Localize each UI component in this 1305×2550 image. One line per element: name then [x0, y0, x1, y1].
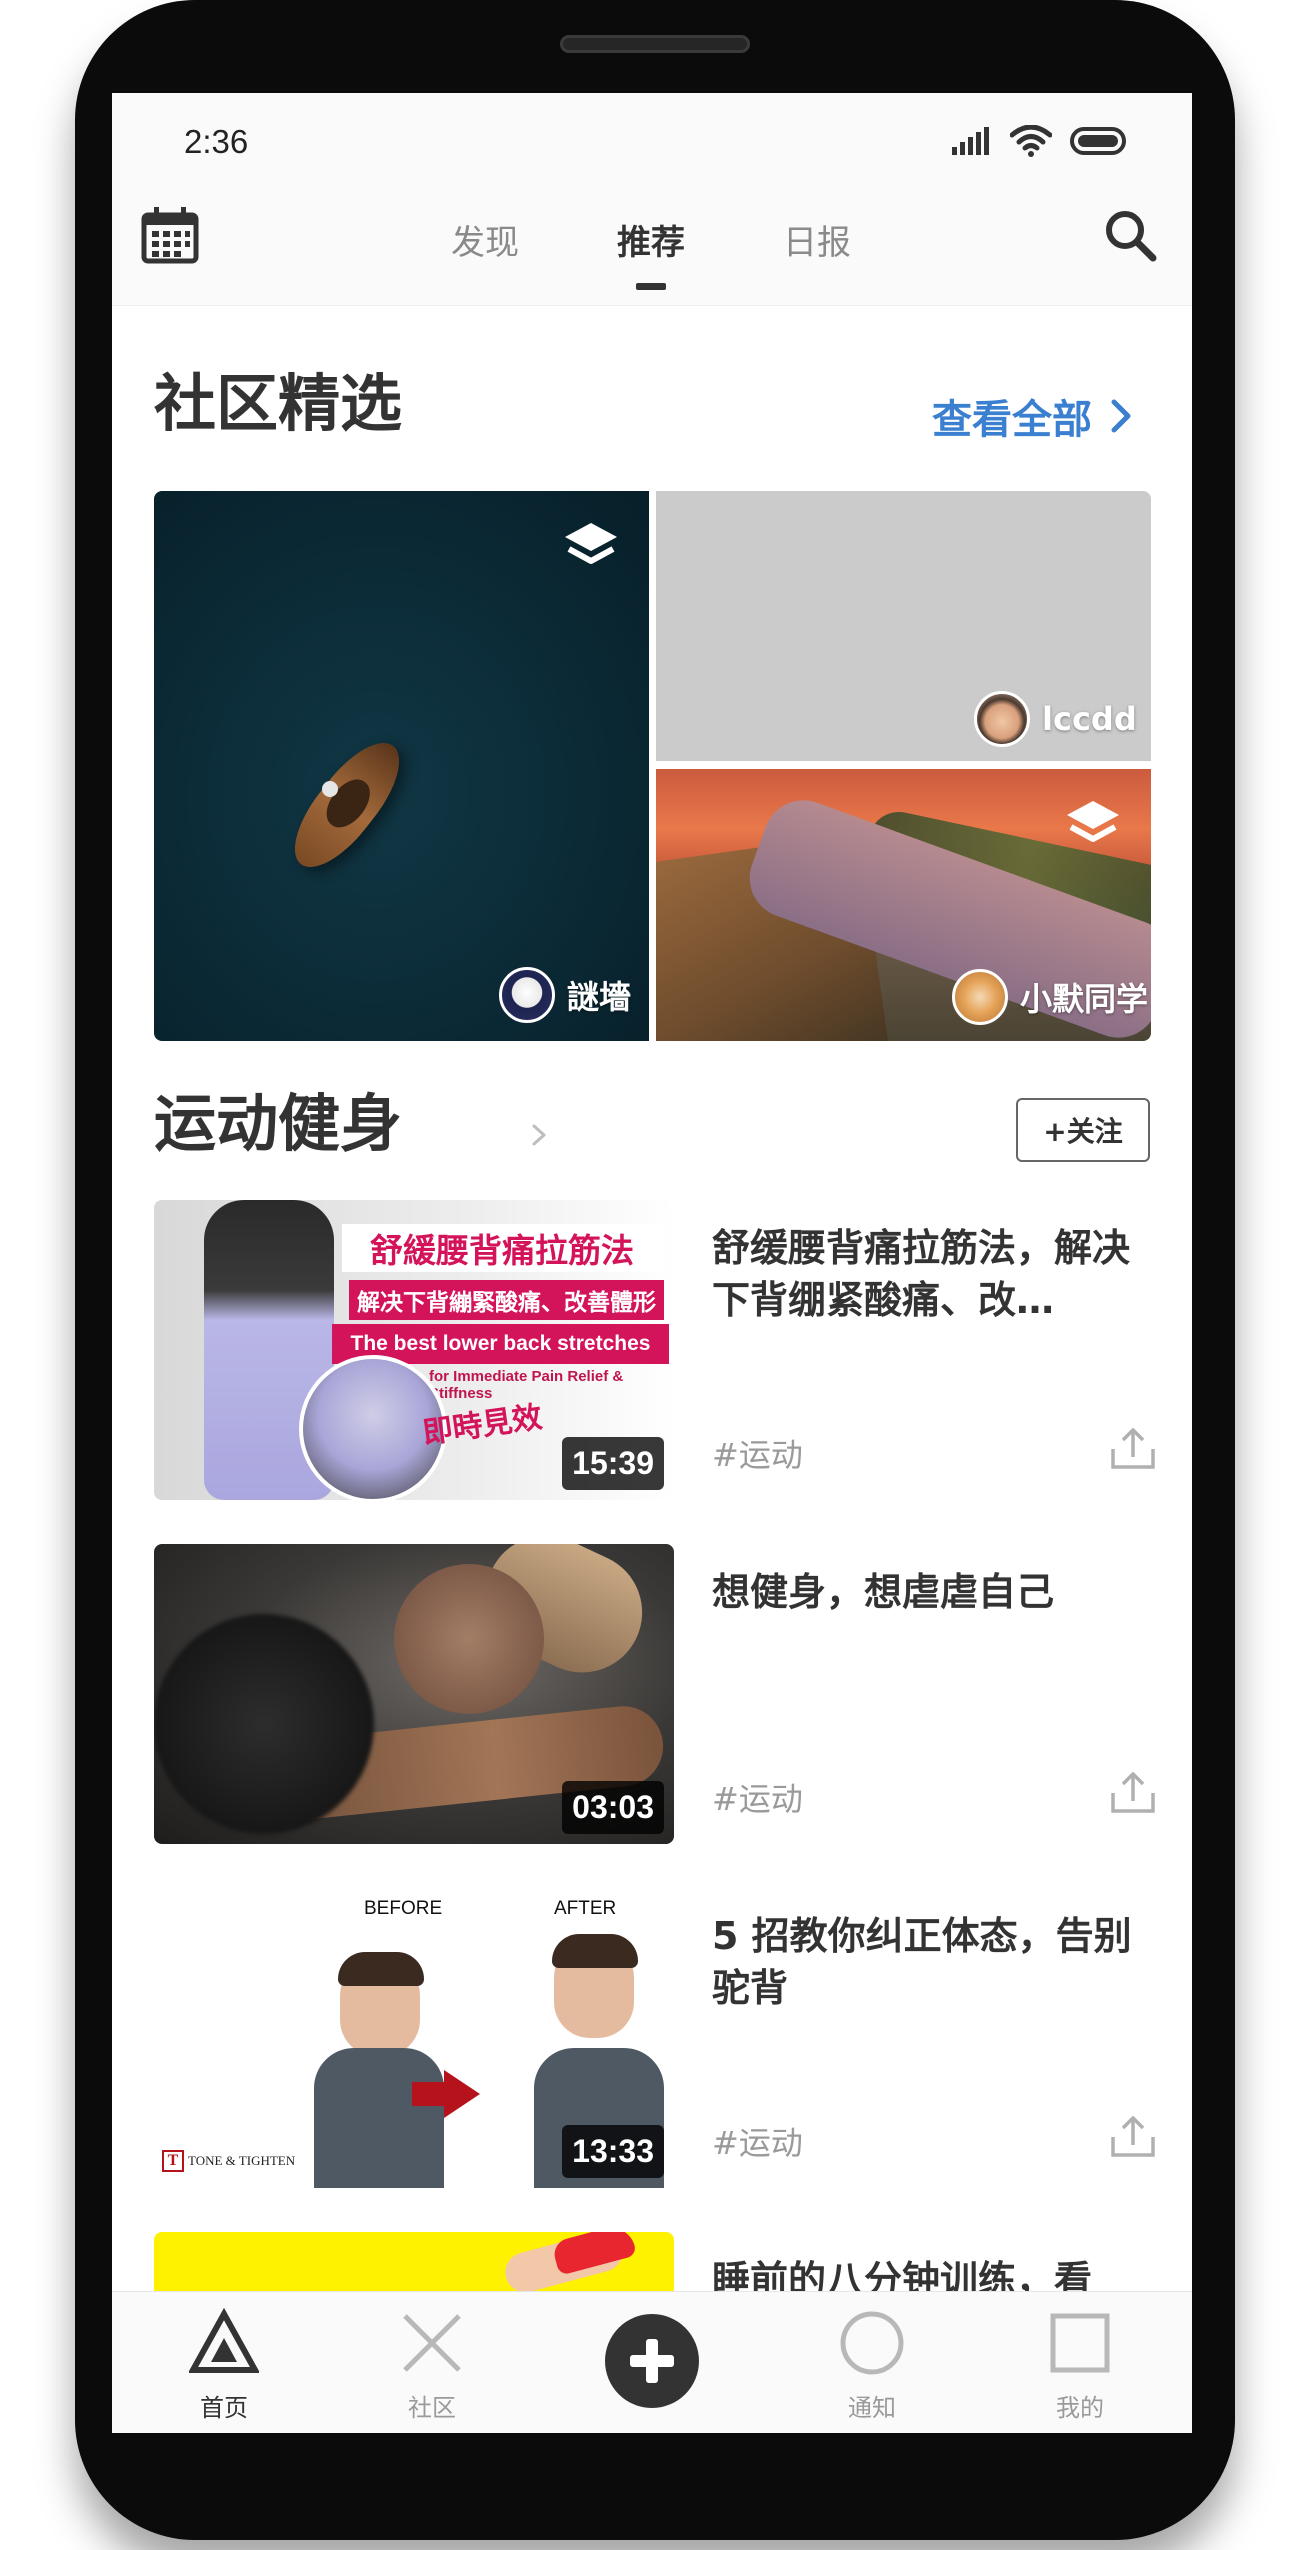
thumb-banner-title: 舒緩腰背痛拉筋法	[342, 1224, 662, 1272]
featured-tile-sunset[interactable]: 小默同学	[656, 769, 1151, 1041]
bottom-tab-notifications[interactable]: 通知	[802, 2292, 942, 2433]
video-tag[interactable]: #运动	[712, 2118, 803, 2164]
video-thumbnail[interactable]: BEFORE AFTER T TONE & TIGHTEN 13:33	[154, 1888, 674, 2188]
tab-discover[interactable]: 发现	[405, 215, 565, 264]
featured-tile-gray[interactable]: lccdd	[656, 491, 1151, 761]
plus-icon	[630, 2339, 674, 2383]
see-all-link[interactable]: 查看全部	[932, 387, 1132, 445]
boat-person	[322, 781, 338, 797]
video-item[interactable]: 03:03 想健身，想虐虐自己 #运动	[154, 1544, 1157, 1844]
video-duration: 15:39	[562, 1437, 664, 1490]
follow-button[interactable]: +关注	[1016, 1098, 1150, 1162]
video-item[interactable]: BEFORE AFTER T TONE & TIGHTEN 13:33 5 招教…	[154, 1888, 1157, 2188]
bottom-tab-label: 社区	[408, 2394, 456, 2422]
thumb-before-label: BEFORE	[364, 1898, 443, 1919]
tile-username: 謎墻	[567, 978, 632, 1016]
video-tag[interactable]: #运动	[712, 1774, 803, 1820]
signal-icon	[952, 127, 989, 155]
video-title[interactable]: 想健身，想虐虐自己	[712, 1566, 1152, 1618]
calendar-icon[interactable]	[140, 205, 200, 265]
featured-section-title: 社区精选	[154, 367, 403, 440]
status-icons	[952, 125, 1130, 157]
thumb-arrow-head	[444, 2070, 480, 2118]
thumb-person-before	[314, 1938, 444, 2188]
add-post-button[interactable]	[605, 2314, 699, 2408]
see-all-label: 查看全部	[932, 397, 1092, 443]
status-bar: 2:36	[112, 93, 1192, 183]
video-item[interactable]: 舒緩腰背痛拉筋法 解决下背繃緊酸痛、改善體形 The best lower ba…	[154, 1200, 1157, 1500]
video-tag[interactable]: #运动	[712, 1430, 803, 1476]
thumb-logo-text: TONE & TIGHTEN	[188, 2153, 296, 2168]
share-icon[interactable]	[1109, 1769, 1157, 1817]
boat-image	[277, 728, 417, 882]
tile-username: lccdd	[1042, 700, 1137, 738]
thumb-dumbbell	[154, 1614, 374, 1834]
bottom-tab-label: 首页	[200, 2394, 248, 2422]
video-duration: 03:03	[562, 1781, 664, 1834]
bottom-tab-home[interactable]: 首页	[154, 2292, 294, 2433]
thumb-head	[394, 1564, 544, 1714]
tile-user-chip[interactable]: 小默同学	[952, 969, 1148, 1025]
bottom-navigation: 首页 社区 通知 我的	[112, 2291, 1192, 2433]
bottom-tab-label: 我的	[1056, 2394, 1104, 2422]
tab-daily[interactable]: 日报	[737, 215, 897, 264]
bottom-tab-community[interactable]: 社区	[362, 2292, 502, 2433]
triangle-icon	[189, 2308, 259, 2373]
top-navigation: 发现 推荐 日报	[112, 183, 1192, 306]
bottom-tab-label: 通知	[848, 2394, 896, 2422]
phone-frame: 2:36 发现 推荐 日报 社区精选 查看全部 謎墻 lccdd 小默同学 运动…	[75, 0, 1235, 2540]
video-thumbnail[interactable]: 舒緩腰背痛拉筋法 解决下背繃緊酸痛、改善體形 The best lower ba…	[154, 1200, 674, 1500]
speaker-grille	[560, 35, 750, 53]
featured-tile-boat[interactable]: 謎墻	[154, 491, 649, 1041]
layers-icon	[565, 523, 617, 564]
tile-user-chip[interactable]: 謎墻	[499, 967, 631, 1023]
video-thumbnail[interactable]: 03:03	[154, 1544, 674, 1844]
active-tab-indicator	[636, 283, 666, 290]
x-icon	[403, 2314, 461, 2372]
layers-icon	[1067, 801, 1119, 842]
status-time: 2:36	[184, 123, 249, 160]
thumb-hair	[338, 1952, 424, 1986]
tile-username: 小默同学	[1020, 980, 1149, 1018]
tile-user-chip[interactable]: lccdd	[974, 691, 1137, 747]
thumb-after-label: AFTER	[554, 1898, 617, 1919]
thumb-arrow	[412, 2082, 448, 2106]
chevron-right-icon[interactable]	[527, 1123, 551, 1147]
thumb-caption: for Immediate Pain Relief & Stiffness	[429, 1368, 624, 1402]
thumb-logo: T TONE & TIGHTEN	[162, 2150, 295, 2172]
thumb-shirt	[314, 2048, 444, 2188]
battery-icon	[1070, 127, 1126, 155]
bottom-tab-profile[interactable]: 我的	[1010, 2292, 1150, 2433]
search-icon[interactable]	[1102, 207, 1158, 263]
tab-recommend[interactable]: 推荐	[571, 215, 731, 264]
thumb-logo-mark: T	[162, 2150, 184, 2172]
avatar	[952, 969, 1008, 1025]
fitness-section-title: 运动健身	[154, 1087, 403, 1160]
share-icon[interactable]	[1109, 1425, 1157, 1473]
avatar	[974, 691, 1030, 747]
video-title[interactable]: 舒缓腰背痛拉筋法，解决下背绷紧酸痛、改…	[712, 1222, 1152, 1326]
thumb-banner-sub: 解决下背繃緊酸痛、改善體形	[349, 1280, 664, 1320]
video-title[interactable]: 5 招教你纠正体态，告别驼背	[712, 1910, 1152, 2014]
wifi-icon	[1010, 125, 1052, 157]
square-icon	[1050, 2313, 1110, 2373]
video-duration: 13:33	[562, 2125, 664, 2178]
share-icon[interactable]	[1109, 2113, 1157, 2161]
chevron-right-icon	[1111, 399, 1131, 433]
circle-icon	[840, 2311, 904, 2375]
avatar	[499, 967, 555, 1023]
thumb-hair	[552, 1934, 638, 1968]
app-screen: 2:36 发现 推荐 日报 社区精选 查看全部 謎墻 lccdd 小默同学 运动…	[112, 93, 1192, 2433]
